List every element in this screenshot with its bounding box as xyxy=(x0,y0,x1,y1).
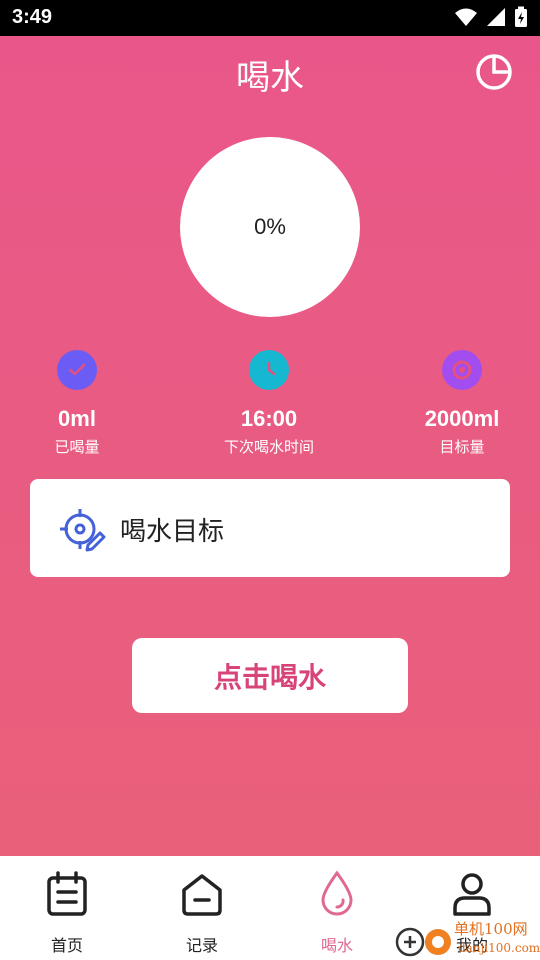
main-content: 喝水 0% 0ml 已喝量 16:00 下次喝水时间 2000ml 目标量 喝水… xyxy=(0,36,540,856)
drink-goal-label: 喝水目标 xyxy=(120,517,225,547)
signal-icon xyxy=(487,8,505,26)
stat-value: 2000ml xyxy=(424,406,500,431)
page-title: 喝水 xyxy=(236,58,304,98)
stat-label: 已喝量 xyxy=(54,438,100,456)
user-icon xyxy=(453,873,491,916)
calendar-list-icon xyxy=(47,871,87,916)
progress-circle: 0% xyxy=(180,137,360,317)
tab-record[interactable]: 记录 xyxy=(152,870,252,956)
check-icon xyxy=(57,350,97,390)
status-icons xyxy=(454,6,528,28)
tab-drink[interactable]: 喝水 xyxy=(287,870,387,956)
pie-chart-icon xyxy=(476,54,512,90)
clock-icon xyxy=(249,350,289,390)
tab-home[interactable]: 首页 xyxy=(17,870,117,956)
drink-goal-card[interactable]: 喝水目标 xyxy=(30,479,510,577)
progress-percent: 0% xyxy=(254,214,286,239)
stat-goal-amount: 2000ml 目标量 xyxy=(392,350,532,457)
battery-icon xyxy=(515,6,527,27)
svg-text:danji100.com: danji100.com xyxy=(458,941,540,955)
watermark-logo: 单机100网 danji100.com xyxy=(395,920,540,957)
tab-label: 记录 xyxy=(185,936,218,955)
target-circle-icon xyxy=(442,350,482,390)
stat-value: 0ml xyxy=(58,406,96,431)
stat-label: 下次喝水时间 xyxy=(223,438,314,456)
stat-next-time: 16:00 下次喝水时间 xyxy=(199,350,339,457)
water-drop-icon xyxy=(321,870,353,916)
wifi-icon xyxy=(455,8,477,26)
stat-drunk-amount: 0ml 已喝量 xyxy=(7,350,147,457)
stat-label: 目标量 xyxy=(439,438,485,456)
stat-value: 16:00 xyxy=(240,406,298,431)
status-time: 3:49 xyxy=(12,6,53,28)
status-bar: 3:49 xyxy=(0,0,540,36)
tab-label: 首页 xyxy=(50,936,83,955)
drink-water-button[interactable]: 点击喝水 xyxy=(132,638,408,713)
house-icon xyxy=(182,874,222,916)
crosshair-edit-icon xyxy=(60,509,106,552)
tab-label: 喝水 xyxy=(320,936,353,955)
svg-text:单机100网: 单机100网 xyxy=(454,920,528,938)
statistics-button[interactable] xyxy=(474,52,514,92)
